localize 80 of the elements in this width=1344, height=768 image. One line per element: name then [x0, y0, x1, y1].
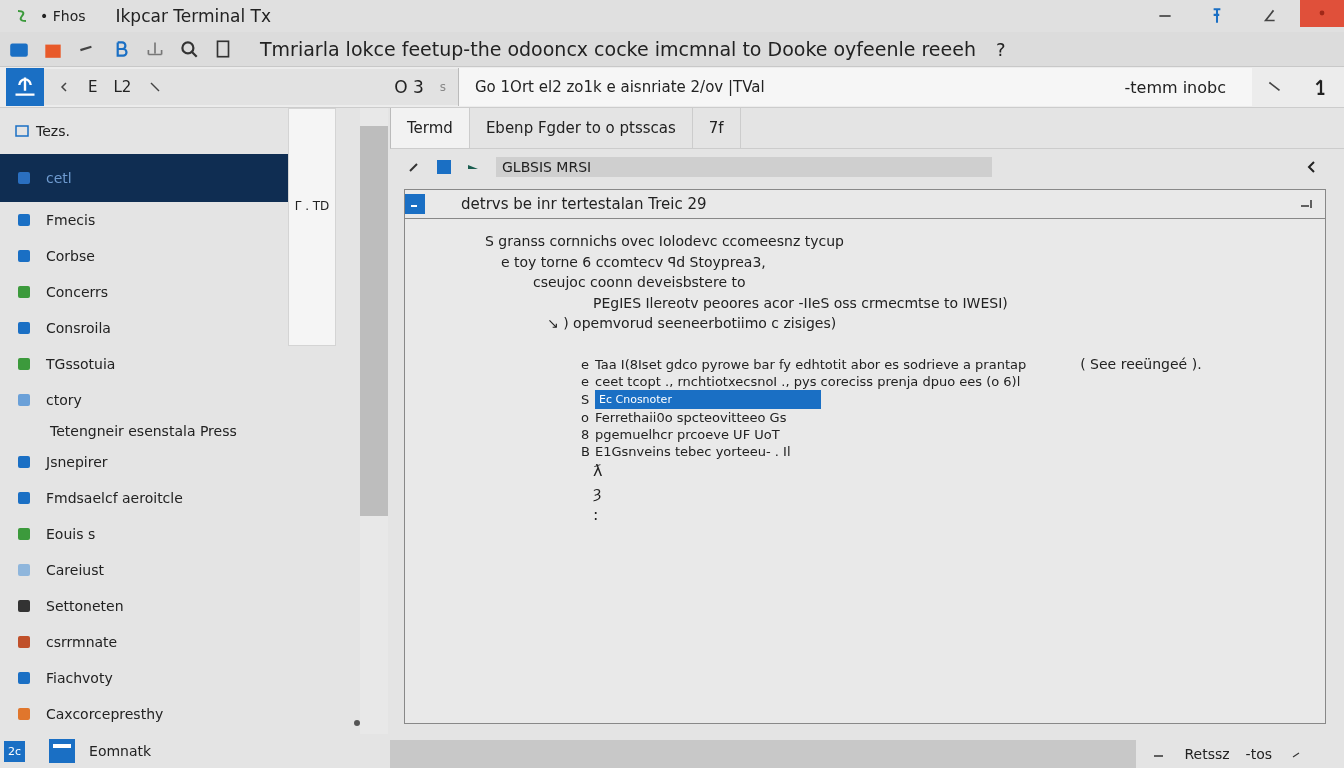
sidebar-header: Tezs.	[36, 123, 70, 139]
item-icon	[16, 320, 32, 336]
glyph-mark: ȝ	[593, 481, 603, 504]
terminal-line[interactable]: Taa I(8Iset gdco pyrowe bar fy edhtotit abor es sodrieve a prantap	[595, 355, 1027, 373]
item-icon	[16, 356, 32, 372]
sidebar-item[interactable]: Fmecis	[0, 202, 288, 238]
item-icon	[16, 284, 32, 300]
sidebar-item[interactable]: csrrmnate	[0, 624, 288, 660]
nav-label[interactable]: E	[88, 78, 98, 96]
terminal-line[interactable]: E1Gsnveins tebec yorteeu- . Il	[595, 442, 791, 460]
terminal-line[interactable]: ceet tcopt ., rnchtiotxecsnoI ., pys coreciss prenja dpuo ees (o 6)l	[595, 372, 1021, 390]
terminal-line: S granss cornnichs ovec Iolodevc ccomeesnz tycup	[485, 232, 845, 251]
terminal-line: e toy torne 6 ccomtecv ꟼd Stoyprea3,	[501, 252, 767, 272]
separator-label: s	[439, 80, 446, 94]
sidebar-item[interactable]: Eouis s	[0, 516, 288, 552]
note-text: ( See reeüngeé ).	[1080, 355, 1202, 373]
window-icon[interactable]	[436, 159, 452, 175]
footer-label: Eomnatk	[89, 743, 152, 759]
item-icon	[16, 212, 32, 228]
badge[interactable]: 2c	[4, 740, 26, 762]
terminal-line: ↘ ) opemvorud seeneerbotiimo c zisiges)	[547, 314, 838, 333]
tab[interactable]: 7f	[692, 108, 741, 148]
item-icon	[16, 526, 32, 542]
terminal-line[interactable]: Ferrethaii0o spcteovitteeo Gs	[595, 408, 787, 426]
item-icon	[16, 670, 32, 686]
item-icon	[16, 170, 32, 186]
glyph-mark: ƛ	[593, 459, 604, 482]
counter: O 3	[394, 77, 424, 97]
terminal-line: cseujoc coonn deveisbstere to	[533, 273, 747, 292]
item-icon	[16, 392, 32, 408]
sidebar-item[interactable]: Settoneten	[0, 588, 288, 624]
help-link[interactable]: ?	[995, 38, 1006, 60]
sidebar-item[interactable]: Concerrs	[0, 274, 288, 310]
window-icon[interactable]	[49, 739, 76, 763]
terminal-logo-icon[interactable]	[6, 68, 44, 106]
toolbar-heading: Tmriarla lokce feetup-the odooncx cocke imcmnal to Dooke oyfeenle reeeh	[260, 38, 976, 60]
sidebar-item[interactable]: Corbse	[0, 238, 288, 274]
item-icon	[16, 562, 32, 578]
mini-panel: Γ . TD	[288, 108, 336, 346]
search-icon[interactable]	[178, 38, 200, 60]
sidebar-item[interactable]: TGssotuia	[0, 346, 288, 382]
item-icon	[16, 706, 32, 722]
line-marker: 8	[581, 425, 591, 443]
nav-label[interactable]: L2	[113, 78, 132, 96]
panel-title: detrvs be inr tertestalan Treic 29	[461, 195, 707, 213]
tab[interactable]: Ebenp Fgder to o ptsscas	[469, 108, 693, 148]
item-icon	[16, 248, 32, 264]
sidebar-item[interactable]: Jsnepirer	[0, 444, 288, 480]
dot-icon	[354, 720, 360, 726]
sidebar-item[interactable]: Fiachvoty	[0, 660, 288, 696]
window-title: Ikpcar Terminal Tx	[115, 6, 271, 26]
status-text: -tos	[1245, 746, 1272, 762]
terminal-icon	[405, 194, 425, 214]
tab[interactable]: Termd	[391, 108, 470, 148]
line-marker: e	[581, 372, 590, 390]
address-field[interactable]: Go 1Ort el2 zo1k e aisnriate 2/ov |TVal -temm inobc	[458, 68, 1252, 106]
sidebar-item[interactable]: Tetengneir esenstala Press	[0, 418, 288, 444]
line-marker: S	[581, 390, 591, 408]
line-marker: o	[581, 408, 590, 426]
app-label: • Fhos	[40, 8, 86, 24]
sidebar-item[interactable]: Careiust	[0, 552, 288, 588]
item-icon	[16, 634, 32, 650]
sidebar-item[interactable]: Consroila	[0, 310, 288, 346]
tree-icon	[14, 123, 30, 139]
terminal-line[interactable]: pgemuelhcr prcoeve UF UoT	[595, 425, 780, 443]
terminal-line: PEgIES Ilereotv peoores acor -IIeS oss crmecmtse to IWESI)	[593, 293, 1009, 313]
path-field[interactable]: GLBSIS MRSI	[496, 157, 992, 177]
sidebar-item[interactable]: Fmdsaelcf aeroitcle	[0, 480, 288, 516]
sidebar-item[interactable]: cetl	[0, 154, 288, 202]
dot-icon	[1318, 9, 1326, 17]
line-marker: B	[581, 442, 591, 460]
item-icon	[16, 598, 32, 614]
item-icon	[16, 454, 32, 470]
line-marker: e	[581, 355, 590, 373]
item-icon	[16, 490, 32, 506]
scrollbar-thumb[interactable]	[360, 126, 388, 516]
glyph-mark: :	[593, 503, 600, 526]
status-text: Retssz	[1184, 746, 1230, 762]
sidebar-item[interactable]: Caxcorcepresthy	[0, 696, 288, 732]
sidebar-item[interactable]: ctory	[0, 382, 288, 418]
